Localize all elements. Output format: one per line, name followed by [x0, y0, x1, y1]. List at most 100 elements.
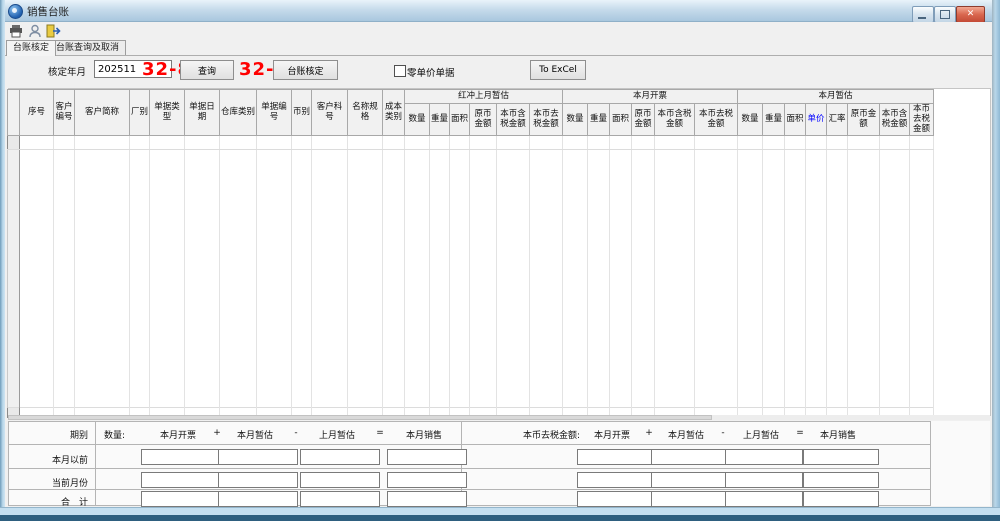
summary-qty-input[interactable]: [300, 472, 380, 488]
query-button[interactable]: 查询: [180, 60, 234, 80]
grid-cell[interactable]: [129, 149, 150, 408]
grid-cell[interactable]: [19, 135, 54, 150]
grid-cell[interactable]: [219, 149, 257, 408]
grid-cell[interactable]: [382, 135, 405, 150]
summary-qty-input[interactable]: [218, 449, 298, 465]
grid-cell[interactable]: [382, 149, 405, 408]
summary-amount-input[interactable]: [651, 449, 728, 465]
grid-cell[interactable]: [291, 149, 312, 408]
grid-cell[interactable]: [291, 135, 312, 150]
summary-amount-input[interactable]: [803, 491, 879, 507]
grid-cell[interactable]: [762, 135, 785, 150]
grid-cell[interactable]: [631, 149, 655, 408]
to-excel-button[interactable]: To ExCel: [530, 60, 586, 80]
grid-cell[interactable]: [74, 149, 130, 408]
print-button[interactable]: [8, 23, 24, 38]
grid-cell[interactable]: [404, 135, 430, 150]
summary-amount-input[interactable]: [725, 472, 803, 488]
summary-qty-input[interactable]: [141, 449, 221, 465]
grid-cell[interactable]: [496, 149, 530, 408]
grid-cell[interactable]: [609, 135, 632, 150]
grid-cell[interactable]: [826, 149, 848, 408]
summary-qty-input[interactable]: [387, 491, 467, 507]
grid-cell[interactable]: [609, 149, 632, 408]
summary-amount-input[interactable]: [725, 449, 803, 465]
grid-cell[interactable]: [529, 149, 563, 408]
summary-qty-input[interactable]: [300, 449, 380, 465]
grid-cell[interactable]: [449, 149, 470, 408]
grid-cell[interactable]: [404, 149, 430, 408]
grid-cell[interactable]: [631, 135, 655, 150]
grid-cell[interactable]: [847, 149, 880, 408]
grid-cell[interactable]: [256, 135, 292, 150]
summary-amount-input[interactable]: [577, 491, 653, 507]
grid-cell[interactable]: [826, 135, 848, 150]
summary-qty-input[interactable]: [387, 472, 467, 488]
grid-cell[interactable]: [184, 135, 220, 150]
summary-amount-input[interactable]: [651, 472, 728, 488]
grid-cell[interactable]: [879, 135, 910, 150]
close-button[interactable]: ✕: [956, 6, 985, 23]
summary-qty-input[interactable]: [218, 491, 298, 507]
grid-cell[interactable]: [347, 149, 383, 408]
summary-amount-input[interactable]: [577, 449, 653, 465]
ledger-confirm-button[interactable]: 台账核定: [273, 60, 338, 80]
summary-qty-input[interactable]: [141, 472, 221, 488]
maximize-button[interactable]: [934, 6, 956, 23]
summary-amount-input[interactable]: [577, 472, 653, 488]
grid-cell[interactable]: [654, 149, 695, 408]
grid-cell[interactable]: [149, 135, 185, 150]
summary-amount-input[interactable]: [651, 491, 728, 507]
minimize-button[interactable]: [912, 6, 934, 23]
grid-cell[interactable]: [449, 135, 470, 150]
grid-cell[interactable]: [587, 135, 610, 150]
grid-cell[interactable]: [311, 135, 348, 150]
grid-cell[interactable]: [654, 135, 695, 150]
grid-cell[interactable]: [469, 149, 497, 408]
summary-qty-input[interactable]: [387, 449, 467, 465]
tab-ledger-confirm[interactable]: 台账核定: [6, 40, 57, 56]
zero-price-checkbox[interactable]: [394, 65, 406, 77]
grid-cell[interactable]: [184, 149, 220, 408]
grid-cell[interactable]: [19, 149, 54, 408]
grid-cell[interactable]: [219, 135, 257, 150]
grid-cell[interactable]: [562, 149, 588, 408]
grid-cell[interactable]: [74, 135, 130, 150]
grid-cell[interactable]: [737, 149, 763, 408]
grid-cell[interactable]: [737, 135, 763, 150]
grid-cell[interactable]: [53, 149, 75, 408]
grid-cell[interactable]: [496, 135, 530, 150]
grid-cell[interactable]: [784, 149, 806, 408]
summary-amount-input[interactable]: [725, 491, 803, 507]
grid-cell[interactable]: [847, 135, 880, 150]
grid-cell[interactable]: [694, 135, 738, 150]
grid-cell[interactable]: [587, 149, 610, 408]
grid-cell[interactable]: [784, 135, 806, 150]
grid-cell[interactable]: [562, 135, 588, 150]
grid-cell[interactable]: [129, 135, 150, 150]
grid-cell[interactable]: [909, 149, 934, 408]
grid-cell[interactable]: [909, 135, 934, 150]
grid-cell[interactable]: [694, 149, 738, 408]
grid-cell[interactable]: [149, 149, 185, 408]
grid-cell[interactable]: [256, 149, 292, 408]
summary-qty-input[interactable]: [141, 491, 221, 507]
grid-cell[interactable]: [347, 135, 383, 150]
summary-amount-input[interactable]: [803, 449, 879, 465]
user-button[interactable]: [27, 23, 43, 38]
summary-amount-input[interactable]: [803, 472, 879, 488]
tab-ledger-query-cancel[interactable]: 台账查询及取消: [49, 40, 127, 55]
grid-cell[interactable]: [529, 135, 563, 150]
grid-cell[interactable]: [805, 149, 827, 408]
horizontal-scrollbar[interactable]: [8, 415, 990, 420]
summary-qty-input[interactable]: [218, 472, 298, 488]
grid-cell[interactable]: [429, 135, 450, 150]
grid-cell[interactable]: [762, 149, 785, 408]
grid-cell[interactable]: [469, 135, 497, 150]
horizontal-scrollbar-thumb[interactable]: [8, 415, 712, 420]
grid-cell[interactable]: [805, 135, 827, 150]
grid-cell[interactable]: [429, 149, 450, 408]
grid-cell[interactable]: [311, 149, 348, 408]
grid-cell[interactable]: [53, 135, 75, 150]
summary-qty-input[interactable]: [300, 491, 380, 507]
